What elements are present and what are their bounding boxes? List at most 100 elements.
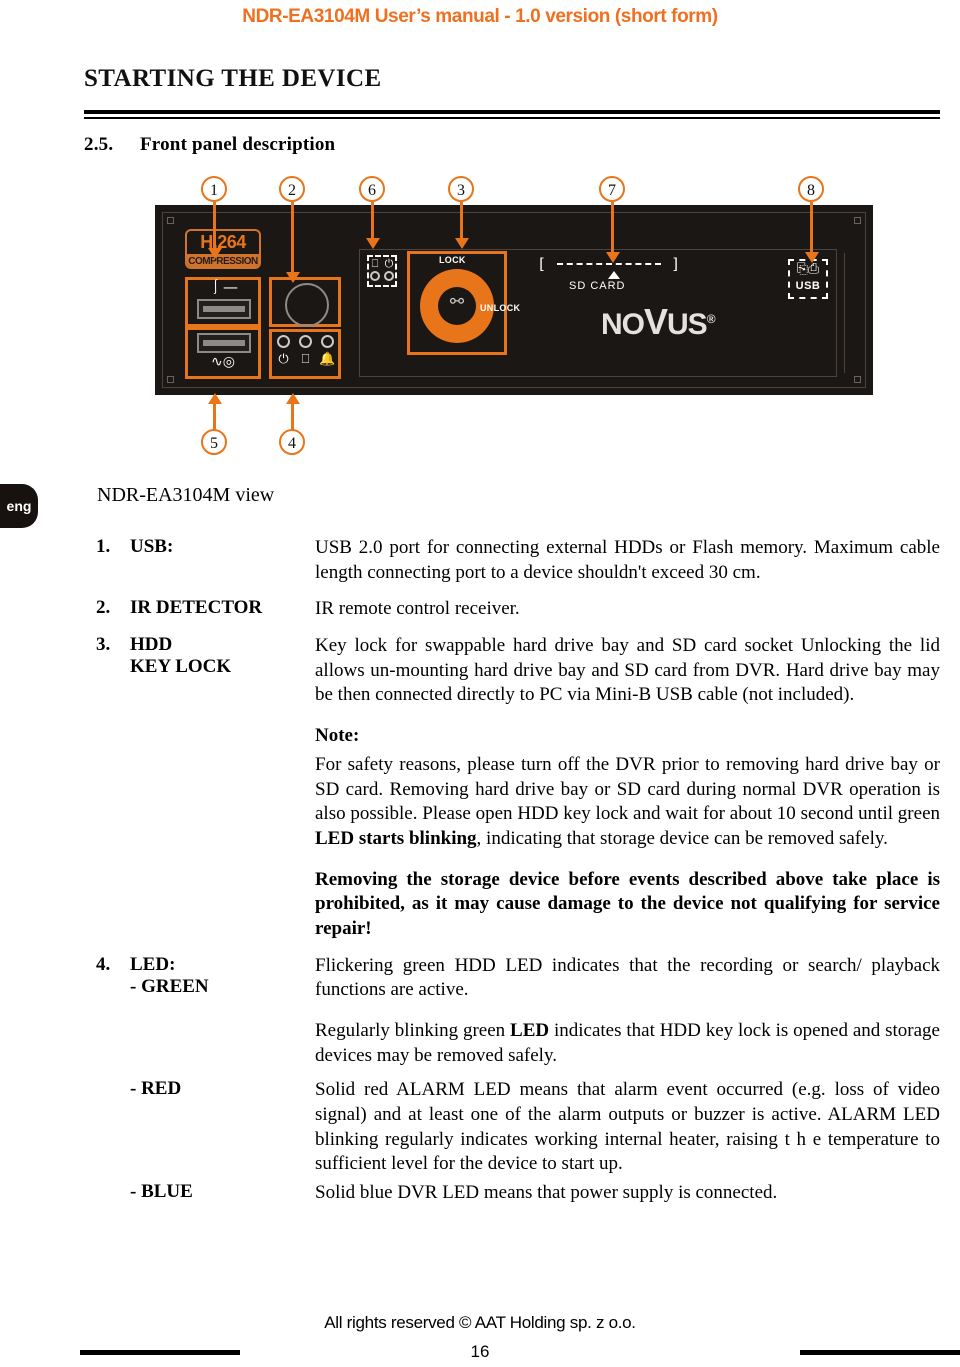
callout-1-arrow-icon bbox=[208, 248, 222, 259]
h264-badge-top-label: H.264 bbox=[200, 232, 246, 252]
mini-usb-label: USB bbox=[795, 280, 821, 292]
list-item: 3. HDD KEY LOCK Key lock for swappable h… bbox=[96, 634, 940, 942]
item-paragraph: IR remote control receiver. bbox=[315, 598, 520, 620]
item-label: - RED bbox=[130, 1078, 182, 1100]
item-label-line-2: KEY LOCK bbox=[130, 656, 232, 678]
callout-8-arrow-icon bbox=[805, 252, 819, 263]
note-paragraph-1: For safety reasons, please turn off the … bbox=[315, 753, 940, 852]
novus-brand-logo: NOVUS® bbox=[601, 301, 716, 343]
item-number bbox=[96, 1181, 130, 1206]
usb-icon: ⎰— bbox=[207, 278, 238, 296]
item-label-line-2: - GREEN bbox=[130, 975, 209, 997]
subsection-title: Front panel description bbox=[140, 134, 336, 155]
language-tab-eng: eng bbox=[0, 484, 38, 528]
callout-8: 8 bbox=[798, 176, 824, 202]
key-icon: ⚯ bbox=[449, 292, 465, 312]
status-led-dot-left bbox=[370, 271, 380, 281]
list-item: 2. IR DETECTOR IR remote control receive… bbox=[96, 597, 940, 622]
callout-7: 7 bbox=[599, 176, 625, 202]
sd-bracket-left: [ bbox=[537, 255, 548, 273]
led-indicator-alarm bbox=[321, 335, 334, 348]
sd-card-direction-triangle-icon bbox=[608, 271, 620, 279]
item-paragraph-2: Regularly blinking green LED indicates t… bbox=[315, 1019, 940, 1068]
item-body: USB 2.0 port for connecting external HDD… bbox=[315, 536, 940, 585]
callout-8-leader bbox=[810, 202, 813, 254]
callout-3-arrow-icon bbox=[455, 238, 469, 249]
subsection-heading: 2.5. Front panel description bbox=[84, 134, 335, 156]
callout-6-arrow-icon bbox=[366, 238, 380, 249]
callout-7-arrow-icon bbox=[606, 252, 620, 263]
green-text-a: Regularly blinking green bbox=[315, 1020, 511, 1041]
callout-2-arrow-icon bbox=[286, 272, 300, 283]
brand-part-2: V bbox=[644, 301, 668, 342]
callout-4: 4 bbox=[279, 429, 305, 455]
item-body: Key lock for swappable hard drive bay an… bbox=[315, 634, 940, 942]
usb-port-bottom bbox=[197, 333, 251, 353]
title-rule-thick bbox=[84, 110, 940, 114]
language-tab-label: eng bbox=[6, 498, 32, 514]
h264-compression-badge: H.264 COMPRESSION bbox=[185, 229, 261, 269]
note-text-bold: LED starts blinking bbox=[315, 827, 477, 849]
item-paragraph: USB 2.0 port for connecting external HDD… bbox=[315, 537, 940, 583]
callout-1-leader bbox=[213, 202, 216, 250]
page-title: STARTING THE DEVICE bbox=[84, 65, 382, 92]
panel-corner-screw bbox=[854, 376, 861, 383]
callout-6: 6 bbox=[359, 176, 385, 202]
item-body: IR remote control receiver. bbox=[315, 597, 940, 622]
item-paragraph: Solid red ALARM LED means that alarm eve… bbox=[315, 1079, 940, 1175]
page-number: 16 bbox=[470, 1342, 490, 1361]
green-text-bold: LED bbox=[510, 1020, 550, 1041]
device-front-panel-image: H.264 COMPRESSION ⎰— ∿◎ ⏻ ⎕ 🔔 ⎕ ⏻ LOCK ⚯… bbox=[155, 205, 873, 395]
item-body: Solid red ALARM LED means that alarm eve… bbox=[315, 1078, 940, 1177]
brand-part-1: NO bbox=[601, 308, 645, 341]
list-item: - BLUE Solid blue DVR LED means that pow… bbox=[96, 1181, 940, 1206]
mini-usb-icon: ⎘⎙ bbox=[796, 261, 820, 277]
item-number: 2. bbox=[96, 597, 111, 619]
status-led-dot-right bbox=[384, 271, 394, 281]
front-panel-description-list: 1. USB: USB 2.0 port for connecting exte… bbox=[96, 536, 940, 1206]
item-label: HDD KEY LOCK bbox=[130, 634, 315, 942]
figure-caption: NDR-EA3104M view bbox=[97, 484, 275, 506]
sd-card-label: SD CARD bbox=[569, 280, 626, 292]
usb-port-top bbox=[197, 299, 251, 319]
led-indicator-power bbox=[277, 335, 290, 348]
item-number bbox=[96, 1078, 130, 1177]
item-paragraph: Key lock for swappable hard drive bay an… bbox=[315, 635, 940, 706]
title-rule-thin bbox=[84, 117, 940, 119]
item-label-line-1: HDD bbox=[130, 634, 173, 656]
power-status-icon: ⏻ bbox=[384, 257, 394, 270]
callout-5-arrow-icon bbox=[208, 393, 222, 404]
item-label: USB: bbox=[130, 536, 174, 557]
callout-4-leader bbox=[291, 404, 294, 430]
brand-part-3: US bbox=[667, 308, 708, 341]
panel-lid-seam bbox=[844, 253, 845, 373]
power-icon: ⏻ bbox=[278, 352, 289, 367]
note-paragraph-2: Removing the storage device before event… bbox=[315, 868, 940, 939]
item-number: 3. bbox=[96, 634, 111, 656]
list-item: - RED Solid red ALARM LED means that ala… bbox=[96, 1078, 940, 1177]
item-label-line-1: LED: bbox=[130, 953, 176, 975]
hdd-icon: ⎕ bbox=[301, 352, 310, 367]
brand-registered-mark: ® bbox=[706, 312, 716, 326]
item-paragraph: Flickering green HDD LED indicates that … bbox=[315, 954, 940, 1001]
panel-corner-screw bbox=[854, 217, 861, 224]
callout-3-leader bbox=[460, 202, 463, 240]
callout-5: 5 bbox=[201, 429, 227, 455]
hdd-status-icon: ⎕ bbox=[371, 257, 379, 270]
lock-label: LOCK bbox=[439, 255, 466, 265]
callout-2: 2 bbox=[279, 176, 305, 202]
item-label: - BLUE bbox=[130, 1181, 193, 1203]
callout-4-arrow-icon bbox=[286, 393, 300, 404]
list-item: 1. USB: USB 2.0 port for connecting exte… bbox=[96, 536, 940, 585]
callout-3: 3 bbox=[448, 176, 474, 202]
item-label: IR DETECTOR bbox=[130, 597, 263, 619]
running-head: NDR-EA3104M User’s manual - 1.0 version … bbox=[242, 6, 718, 27]
led-indicator-hdd bbox=[299, 335, 312, 348]
item-number: 4. bbox=[96, 953, 111, 975]
h264-badge-bottom-label: COMPRESSION bbox=[187, 254, 259, 267]
note-text-a: For safety reasons, please turn off the … bbox=[315, 753, 940, 825]
footer-copyright: All rights reserved © AAT Holding sp. z … bbox=[324, 1313, 636, 1332]
panel-corner-screw bbox=[167, 217, 174, 224]
list-item: 4. LED: - GREEN Flickering green HDD LED… bbox=[96, 954, 940, 1069]
mouse-icon: ∿◎ bbox=[211, 354, 235, 370]
